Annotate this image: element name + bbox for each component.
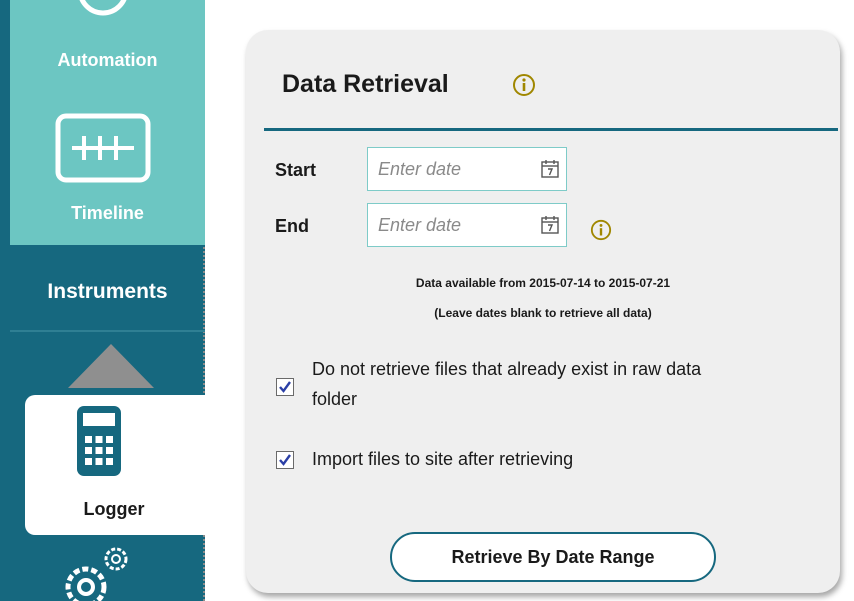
start-date-field[interactable] [367,147,567,191]
calculator-icon [77,406,121,476]
skip-existing-checkbox[interactable] [276,378,294,396]
retrieve-by-date-range-button[interactable]: Retrieve By Date Range [390,532,716,582]
sidebar-item-timeline[interactable]: Timeline [10,203,205,224]
skip-existing-label-line2: folder [312,389,358,409]
date-info-icon[interactable] [590,219,612,241]
end-date-field[interactable] [367,203,567,247]
hint-text: (Leave dates blank to retrieve all data) [434,306,652,320]
end-label: End [275,216,309,236]
automation-icon[interactable] [68,0,138,20]
panel-title: Data Retrieval [282,70,449,98]
import-files-label: Import files to site after retrieving [312,449,574,469]
gears-icon[interactable] [60,545,140,601]
checkmark-icon [279,381,291,393]
availability-text: Data available from 2015-07-14 to 2015-0… [415,276,671,290]
info-icon[interactable] [512,73,536,97]
calendar-icon[interactable] [540,159,560,179]
up-arrow-icon[interactable] [68,344,154,388]
sidebar-item-automation[interactable]: Automation [10,50,205,71]
calendar-icon[interactable] [540,215,560,235]
import-files-checkbox[interactable] [276,451,294,469]
skip-existing-label-line1: Do not retrieve files that already exist… [312,359,702,379]
sidebar-item-logger-label: Logger [83,499,145,519]
start-label: Start [275,160,317,180]
data-retrieval-panel: Data Retrieval Start End [246,30,840,593]
sidebar-item-logger[interactable]: Logger [25,395,210,535]
checkmark-icon [279,454,291,466]
end-date-input[interactable] [378,213,528,237]
app-root: Automation Timeline Instruments Logger D… [0,0,854,601]
sidebar-divider [10,330,205,332]
timeline-icon[interactable] [54,112,152,184]
start-date-input[interactable] [378,157,528,181]
title-divider [264,128,838,131]
sidebar: Automation Timeline Instruments Logger [0,0,210,601]
sidebar-item-instruments[interactable]: Instruments [10,280,205,304]
